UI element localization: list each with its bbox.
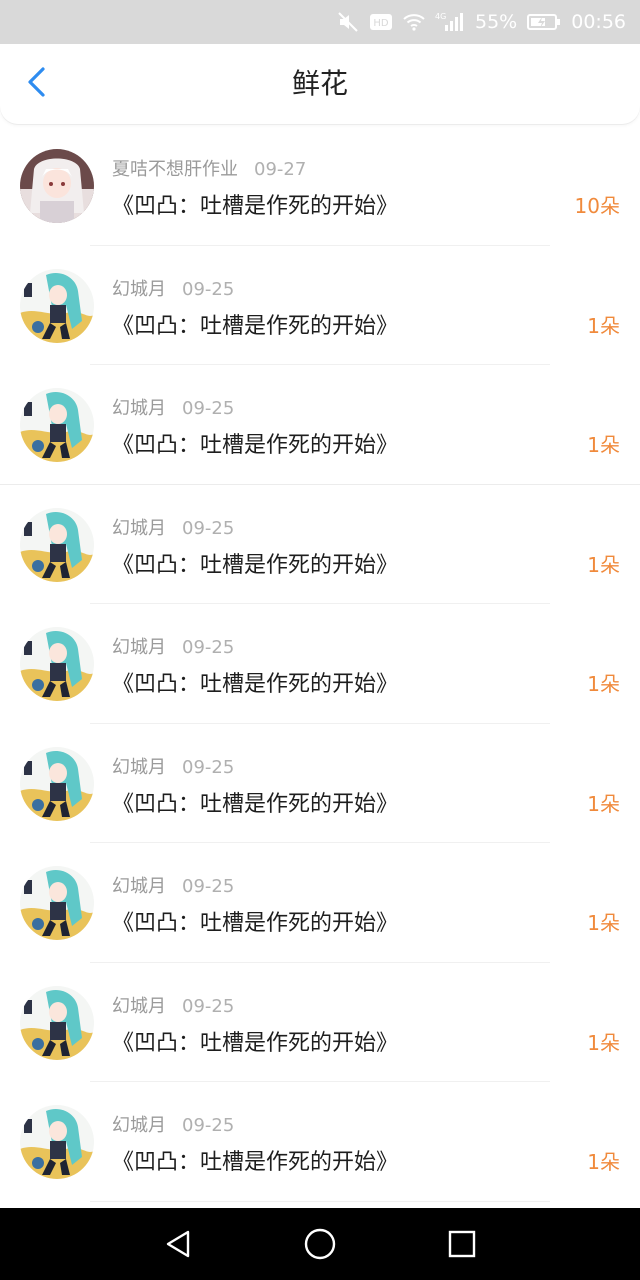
avatar[interactable]	[20, 985, 94, 1060]
flower-count: 1朵	[587, 552, 620, 577]
flower-count: 1朵	[587, 313, 620, 338]
avatar[interactable]	[20, 268, 94, 343]
item-meta: 幻城月 09-25	[112, 992, 234, 1018]
work-title[interactable]: 《凹凸：吐槽是作死的开始》	[112, 666, 398, 698]
username[interactable]: 幻城月	[112, 279, 166, 300]
list-item[interactable]: 幻城月 09-25 《凹凸：吐槽是作死的开始》 1朵	[0, 485, 640, 605]
nav-home-button[interactable]	[300, 1226, 340, 1266]
flower-count: 1朵	[587, 672, 620, 696]
list-item[interactable]: 幻城月 09-25 《凹凸：吐槽是作死的开始》 1朵	[0, 724, 640, 844]
date: 09-25	[182, 278, 235, 300]
mute-icon	[337, 11, 359, 33]
clock: 00:56	[571, 11, 626, 33]
username[interactable]: 幻城月	[112, 398, 166, 419]
header: 鲜花	[0, 44, 640, 124]
work-title[interactable]: 《凹凸：吐槽是作死的开始》	[112, 1144, 398, 1176]
list-item[interactable]: 幻城月 09-25 《凹凸：吐槽是作死的开始》 1朵	[0, 963, 640, 1083]
navigation-bar	[0, 1208, 640, 1280]
avatar[interactable]	[20, 1105, 94, 1179]
flower-count: 1朵	[587, 1030, 620, 1055]
item-meta: 幻城月 09-25	[112, 753, 234, 779]
username[interactable]: 幻城月	[112, 1115, 166, 1136]
username[interactable]: 幻城月	[112, 637, 166, 658]
list-item[interactable]: 幻城月 09-25 《凹凸：吐槽是作死的开始》 1朵	[0, 843, 640, 963]
list-item[interactable]: 幻城月 09-25 《凹凸：吐槽是作死的开始》 1朵	[0, 246, 640, 366]
flower-count: 1朵	[587, 1150, 620, 1174]
chevron-left-icon	[25, 66, 47, 102]
item-meta: 幻城月 09-25	[112, 872, 234, 898]
square-recents-icon	[447, 1229, 477, 1263]
username[interactable]: 幻城月	[112, 876, 166, 897]
item-meta: 幻城月 09-25	[112, 633, 234, 659]
date: 09-25	[182, 995, 235, 1017]
date: 09-25	[182, 398, 235, 419]
avatar[interactable]	[20, 507, 94, 582]
signal-label: 4G	[435, 12, 446, 21]
hd-icon: HD	[369, 12, 393, 32]
list-item[interactable]: 幻城月 09-25 《凹凸：吐槽是作死的开始》 1朵	[0, 365, 640, 485]
work-title[interactable]: 《凹凸：吐槽是作死的开始》	[112, 188, 398, 220]
avatar[interactable]	[20, 627, 94, 701]
work-title[interactable]: 《凹凸：吐槽是作死的开始》	[112, 1025, 398, 1057]
date: 09-25	[182, 1115, 235, 1136]
wifi-icon	[403, 13, 425, 31]
nav-back-button[interactable]	[158, 1226, 198, 1266]
work-title[interactable]: 《凹凸：吐槽是作死的开始》	[112, 905, 398, 937]
flower-count: 10朵	[574, 194, 620, 218]
avatar[interactable]	[20, 866, 94, 940]
username[interactable]: 幻城月	[112, 757, 166, 778]
battery-percent: 55%	[475, 11, 518, 33]
list-item[interactable]: 夏咭不想肝作业 09-27 《凹凸：吐槽是作死的开始》 10朵	[0, 126, 640, 246]
item-meta: 幻城月 09-25	[112, 394, 234, 420]
avatar[interactable]	[20, 149, 94, 223]
flower-count: 1朵	[587, 433, 620, 457]
username[interactable]: 幻城月	[112, 996, 166, 1017]
flower-list: 夏咭不想肝作业 09-27 《凹凸：吐槽是作死的开始》 10朵幻城月 09-25 《凹凸：…	[0, 126, 640, 1202]
item-meta: 幻城月 09-25	[112, 514, 234, 540]
date: 09-27	[254, 159, 307, 180]
date: 09-25	[182, 756, 235, 778]
hd-label: HD	[373, 18, 389, 29]
flower-count: 1朵	[587, 911, 620, 935]
triangle-back-icon	[162, 1228, 194, 1264]
flower-count: 1朵	[587, 791, 620, 816]
item-meta: 夏咭不想肝作业 09-27	[112, 155, 306, 181]
avatar[interactable]	[20, 746, 94, 821]
page-title: 鲜花	[291, 67, 348, 100]
date: 09-25	[182, 517, 235, 539]
work-title[interactable]: 《凹凸：吐槽是作死的开始》	[112, 427, 398, 459]
status-bar: HD 4G 55% 00:56	[0, 0, 640, 44]
date: 09-25	[182, 637, 235, 658]
work-title[interactable]: 《凹凸：吐槽是作死的开始》	[112, 547, 398, 579]
avatar[interactable]	[20, 388, 94, 462]
nav-recents-button[interactable]	[442, 1226, 482, 1266]
item-meta: 幻城月 09-25	[112, 1111, 234, 1137]
signal-icon: 4G	[435, 11, 465, 33]
item-meta: 幻城月 09-25	[112, 275, 234, 301]
battery-icon	[527, 13, 561, 31]
work-title[interactable]: 《凹凸：吐槽是作死的开始》	[112, 308, 398, 340]
username[interactable]: 夏咭不想肝作业	[112, 159, 238, 180]
date: 09-25	[182, 876, 235, 897]
list-item[interactable]: 幻城月 09-25 《凹凸：吐槽是作死的开始》 1朵	[0, 604, 640, 724]
username[interactable]: 幻城月	[112, 518, 166, 539]
work-title[interactable]: 《凹凸：吐槽是作死的开始》	[112, 786, 398, 818]
status-icons: HD 4G 55% 00:56	[337, 0, 626, 44]
circle-home-icon	[303, 1227, 337, 1265]
back-button[interactable]	[18, 66, 54, 102]
list-item[interactable]: 幻城月 09-25 《凹凸：吐槽是作死的开始》 1朵	[0, 1082, 640, 1202]
